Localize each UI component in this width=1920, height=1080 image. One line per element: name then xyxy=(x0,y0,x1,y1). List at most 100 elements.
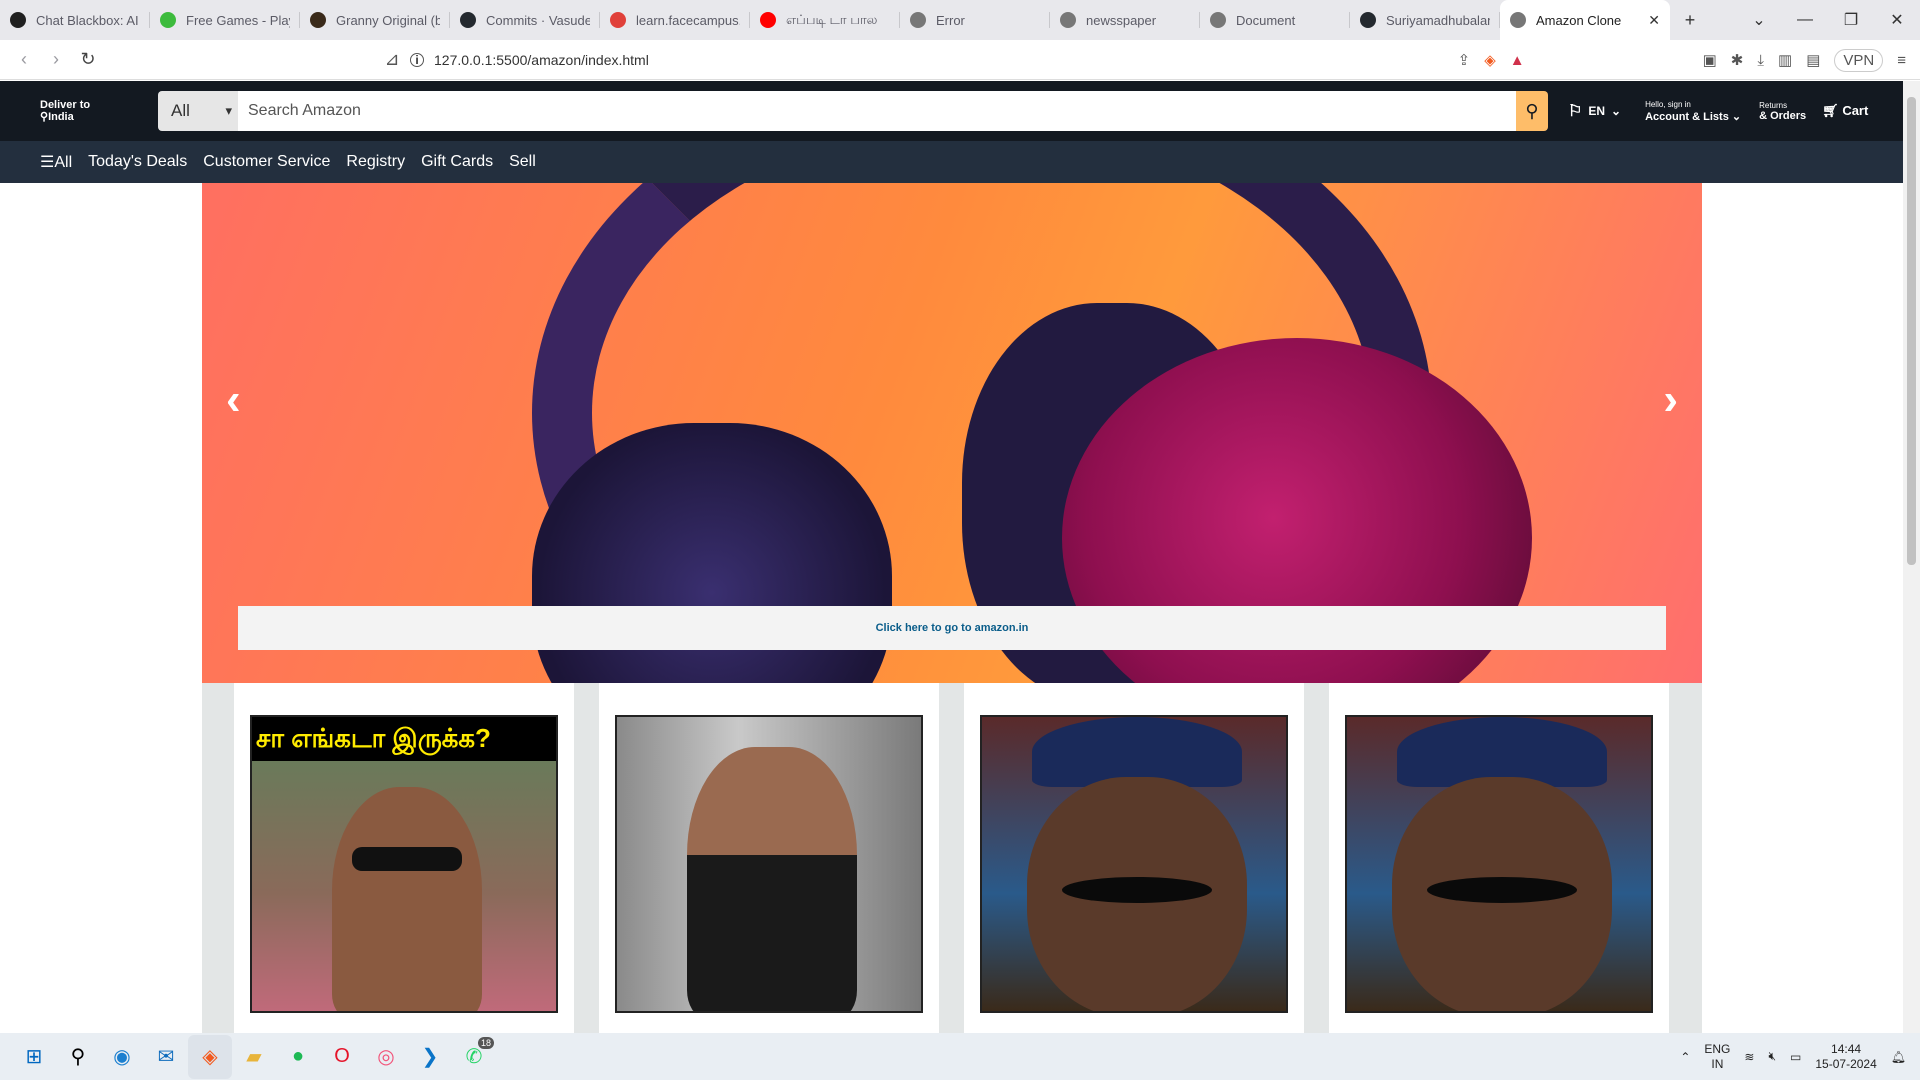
page-scrollbar[interactable] xyxy=(1903,81,1920,1033)
location-pin-icon: ⚲ xyxy=(40,111,49,123)
account-lists[interactable]: Hello, sign in Account & Lists ⌄ xyxy=(1645,98,1741,124)
nav-item-sell[interactable]: Sell xyxy=(509,153,536,171)
wallet-icon[interactable]: ▤ xyxy=(1806,51,1820,69)
promo-text: Click here to go to amazon.in xyxy=(875,622,1029,634)
share-icon[interactable]: ⇪ xyxy=(1458,51,1471,69)
clock-date: 15-07-2024 xyxy=(1815,1056,1877,1071)
edge-icon[interactable]: ◉ xyxy=(100,1035,144,1079)
nav-item-customer-service[interactable]: Customer Service xyxy=(203,153,330,171)
opera-icon[interactable]: O xyxy=(320,1035,364,1079)
card-image[interactable]: சா எங்கடா இருக்க? xyxy=(250,715,558,1013)
picture-in-picture-icon[interactable]: ▣ xyxy=(1703,51,1717,69)
search-button[interactable]: ⚲ xyxy=(1516,91,1548,131)
browser-tab[interactable]: Granny Original (by xyxy=(300,0,450,40)
search-bar: All Search Amazon ⚲ xyxy=(158,91,1548,131)
scrollbar-thumb[interactable] xyxy=(1907,97,1916,565)
tab-title: Document xyxy=(1236,12,1296,28)
language-selector[interactable]: ⚐ EN ⌄ xyxy=(1568,101,1621,121)
account-label: Account & Lists xyxy=(1645,111,1729,123)
browser-tab-strip: Chat Blackbox: AI Co Free Games - Play G G… xyxy=(0,0,1920,40)
wifi-icon[interactable]: ≋ xyxy=(1744,1050,1754,1064)
brave-shield-icon[interactable]: ◈ xyxy=(1484,51,1496,69)
battery-icon[interactable]: ▭ xyxy=(1790,1050,1801,1064)
start-icon[interactable]: ⊞ xyxy=(12,1035,56,1079)
product-card[interactable] xyxy=(1329,683,1669,1033)
opera-gx-icon[interactable]: ◎ xyxy=(364,1035,408,1079)
hero-carousel: ‹ › Click here to go to amazon.in xyxy=(202,183,1702,683)
returns-orders[interactable]: Returns & Orders xyxy=(1759,100,1806,122)
chevron-down-icon: ⌄ xyxy=(1611,104,1622,118)
tab-title: Free Games - Play G xyxy=(186,12,290,28)
browser-tab[interactable]: newsspaper xyxy=(1050,0,1200,40)
browser-tab[interactable]: எப்படி டா பால xyxy=(750,0,900,40)
card-image[interactable] xyxy=(615,715,923,1013)
tab-search-icon[interactable]: ⌄ xyxy=(1736,0,1782,40)
nav-item-today-s-deals[interactable]: Today's Deals xyxy=(88,153,187,171)
carousel-prev-icon[interactable]: ‹ xyxy=(226,378,241,422)
browser-tab[interactable]: Error xyxy=(900,0,1050,40)
product-cards: சா எங்கடா இருக்க? xyxy=(202,683,1702,1033)
browser-tab[interactable]: learn.facecampus.or xyxy=(600,0,750,40)
taskbar-search-icon[interactable]: ⚲ xyxy=(56,1035,100,1079)
product-card[interactable]: சா எங்கடா இருக்க? xyxy=(234,683,574,1033)
back-icon[interactable]: ‹ xyxy=(8,44,40,76)
browser-tab[interactable]: Chat Blackbox: AI Co xyxy=(0,0,150,40)
spotify-icon[interactable]: ● xyxy=(276,1035,320,1079)
browser-tab[interactable]: Suriyamadhubalan xyxy=(1350,0,1500,40)
window-controls: ⌄ — ❐ ✕ xyxy=(1736,0,1920,40)
nav-item-all[interactable]: ☰All xyxy=(40,152,72,172)
vscode-icon[interactable]: ❯ xyxy=(408,1035,452,1079)
nav-item-gift-cards[interactable]: Gift Cards xyxy=(421,153,493,171)
minimize-button[interactable]: — xyxy=(1782,0,1828,40)
forward-icon[interactable]: › xyxy=(40,44,72,76)
reload-icon[interactable]: ↻ xyxy=(72,44,104,76)
promo-banner-link[interactable]: Click here to go to amazon.in xyxy=(238,606,1666,650)
bookmark-icon[interactable]: ⊿ xyxy=(376,44,408,76)
nav-item-registry[interactable]: Registry xyxy=(346,153,405,171)
volume-muted-icon[interactable]: 🔇︎ xyxy=(1768,1049,1776,1064)
mail-icon[interactable]: ✉ xyxy=(144,1035,188,1079)
file-explorer-icon[interactable]: ▰ xyxy=(232,1035,276,1079)
tab-title: Granny Original (by xyxy=(336,12,440,28)
close-window-button[interactable]: ✕ xyxy=(1874,0,1920,40)
notification-bell-icon[interactable]: 🔔︎ xyxy=(1891,1050,1906,1064)
browser-tab[interactable]: Commits · Vasudeva xyxy=(450,0,600,40)
browser-tab[interactable]: Free Games - Play G xyxy=(150,0,300,40)
blackbox-icon xyxy=(10,12,26,28)
site-info-icon[interactable]: i xyxy=(410,53,424,67)
downloads-icon[interactable]: ⤓ xyxy=(1757,52,1764,69)
search-input[interactable]: Search Amazon xyxy=(238,91,1516,131)
new-tab-button[interactable]: + xyxy=(1670,0,1710,40)
cart-label: Cart xyxy=(1842,103,1869,118)
browser-tab[interactable]: Document xyxy=(1200,0,1350,40)
sunglasses-graphic xyxy=(352,847,462,871)
brave-rewards-icon[interactable]: ▲ xyxy=(1510,52,1525,69)
menu-icon[interactable]: ≡ xyxy=(1897,52,1906,69)
vpn-button[interactable]: VPN xyxy=(1834,48,1884,72)
cart-button[interactable]: 🛒︎ Cart xyxy=(1822,103,1868,119)
chevron-down-icon: ⌄ xyxy=(1731,111,1742,123)
url-bar[interactable]: i 127.0.0.1:5500/amazon/index.html xyxy=(410,45,1490,75)
product-card[interactable] xyxy=(599,683,939,1033)
close-tab-icon[interactable]: ✕ xyxy=(1648,12,1660,29)
address-toolbar: ‹ › ↻ ⊿ i 127.0.0.1:5500/amazon/index.ht… xyxy=(0,40,1920,80)
tray-overflow-icon[interactable]: ⌃ xyxy=(1680,1050,1690,1064)
browser-tab[interactable]: Amazon Clone ✕ xyxy=(1500,0,1670,40)
vpn-label: VPN xyxy=(1843,51,1875,69)
search-category-select[interactable]: All xyxy=(158,91,238,131)
brave-icon[interactable]: ◈ xyxy=(188,1034,232,1079)
github-icon xyxy=(460,12,476,28)
card-image[interactable] xyxy=(980,715,1288,1013)
deliver-to[interactable]: Deliver to ⚲India xyxy=(40,99,120,123)
extensions-icon[interactable]: ✱ xyxy=(1731,51,1744,69)
card-image[interactable] xyxy=(1345,715,1653,1013)
language-region: IN xyxy=(1711,1056,1724,1071)
input-language[interactable]: ENG IN xyxy=(1704,1042,1730,1072)
sidebar-icon[interactable]: ▥ xyxy=(1778,51,1792,69)
clock[interactable]: 14:44 15-07-2024 xyxy=(1815,1042,1876,1072)
carousel-next-icon[interactable]: › xyxy=(1663,378,1678,422)
whatsapp-icon[interactable]: ✆ 18 xyxy=(452,1035,496,1079)
restore-button[interactable]: ❐ xyxy=(1828,0,1874,40)
github-icon xyxy=(1360,12,1376,28)
product-card[interactable] xyxy=(964,683,1304,1033)
